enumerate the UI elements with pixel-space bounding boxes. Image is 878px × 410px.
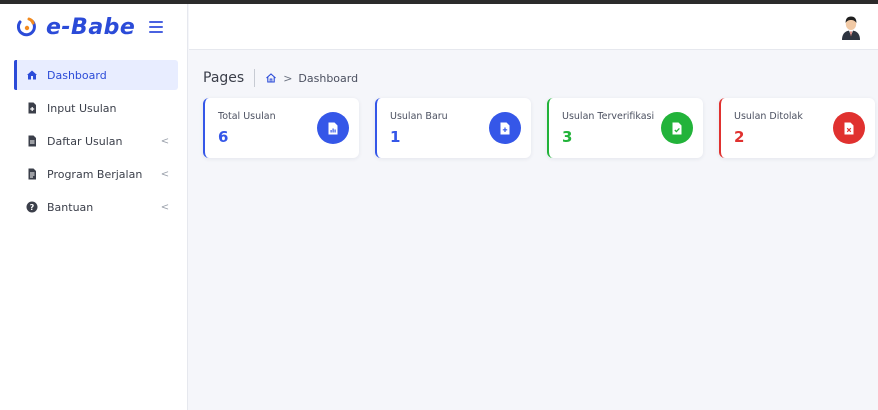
brand-name: e-Babe <box>46 14 136 40</box>
stat-card-value: 1 <box>390 128 401 146</box>
chart-file-icon <box>317 112 349 144</box>
stat-card-label: Usulan Ditolak <box>734 111 803 122</box>
svg-text:?: ? <box>30 203 35 212</box>
top-bar <box>189 4 878 50</box>
stat-card-value: 3 <box>562 128 573 146</box>
chevron-left-icon: < <box>160 135 170 147</box>
breadcrumb: Pages > Dashboard <box>203 66 358 90</box>
sidebar-item-label: Daftar Usulan <box>47 134 123 148</box>
stat-card-usulan-terverifikasi[interactable]: Usulan Terverifikasi 3 <box>547 98 703 158</box>
sidebar-item-daftar-usulan[interactable]: Daftar Usulan < <box>14 126 178 156</box>
chevron-left-icon: < <box>160 168 170 180</box>
avatar-icon <box>842 16 860 40</box>
sidebar-item-input-usulan[interactable]: Input Usulan <box>14 93 178 123</box>
help-icon: ? <box>26 201 38 213</box>
sidebar-item-label: Program Berjalan <box>47 167 143 181</box>
breadcrumb-current: Dashboard <box>298 71 359 85</box>
sidebar-item-label: Bantuan <box>47 200 94 214</box>
sidebar-item-bantuan[interactable]: ? Bantuan < <box>14 192 178 222</box>
new-file-icon <box>489 112 521 144</box>
sidebar-item-dashboard[interactable]: Dashboard <box>14 60 178 90</box>
stat-card-usulan-baru[interactable]: Usulan Baru 1 <box>375 98 531 158</box>
sidebar-item-label: Dashboard <box>47 68 107 82</box>
chevron-left-icon: < <box>160 201 170 213</box>
dashboard-icon <box>26 69 38 81</box>
document-icon <box>26 168 38 180</box>
stat-card-value: 2 <box>734 128 745 146</box>
stat-card-label: Usulan Baru <box>390 111 448 122</box>
file-list-icon <box>26 135 38 147</box>
stat-card-label: Total Usulan <box>218 111 276 122</box>
sidebar-menu: Dashboard Input Usulan Daftar Usulan < P… <box>0 60 187 222</box>
stat-card-value: 6 <box>218 128 229 146</box>
user-avatar[interactable] <box>838 14 864 40</box>
x-file-icon <box>833 112 865 144</box>
page-title: Pages <box>203 70 245 86</box>
stat-card-usulan-ditolak[interactable]: Usulan Ditolak 2 <box>719 98 875 158</box>
home-icon[interactable] <box>265 72 277 84</box>
chevron-right-icon: > <box>283 71 293 85</box>
divider <box>254 69 256 87</box>
menu-toggle-icon[interactable] <box>149 21 164 33</box>
brand: e-Babe <box>0 4 187 50</box>
sidebar-item-program-berjalan[interactable]: Program Berjalan < <box>14 159 178 189</box>
sidebar-item-label: Input Usulan <box>47 101 117 115</box>
file-plus-icon <box>26 102 38 114</box>
logo-icon <box>16 16 38 38</box>
stat-card-label: Usulan Terverifikasi <box>562 111 655 122</box>
check-file-icon <box>661 112 693 144</box>
stat-card-total-usulan[interactable]: Total Usulan 6 <box>203 98 359 158</box>
sidebar: e-Babe Dashboard Input Usulan Daftar Usu… <box>0 4 188 410</box>
